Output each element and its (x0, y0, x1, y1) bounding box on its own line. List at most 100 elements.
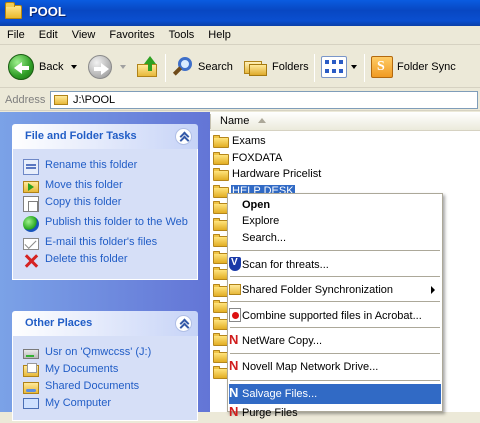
menu-favorites[interactable]: Favorites (102, 29, 161, 41)
menu-item-label: Combine supported files in Acrobat... (242, 310, 422, 322)
menu-file[interactable]: File (0, 29, 32, 41)
column-divider (210, 114, 211, 129)
delete-x-icon (23, 253, 39, 269)
column-name-label: Name (220, 115, 250, 127)
place-shared-documents[interactable]: Shared Documents (23, 380, 197, 394)
menu-item-novell-map-drive[interactable]: N Novell Map Network Drive... (229, 357, 441, 377)
address-label: Address (5, 94, 46, 106)
my-documents-icon (23, 363, 39, 377)
menu-item-netware-copy[interactable]: N NetWare Copy... (229, 331, 441, 351)
file-folder-tasks-panel: File and Folder Tasks Rename this folder… (12, 124, 198, 280)
menu-item-shared-folder-sync[interactable]: Shared Folder Synchronization (229, 280, 441, 300)
collapse-chevron-icon[interactable] (175, 128, 192, 145)
place-my-documents[interactable]: My Documents (23, 363, 197, 377)
file-row[interactable]: FOXDATA (213, 150, 283, 166)
views-dropdown-icon[interactable] (351, 65, 357, 69)
menu-separator (230, 276, 440, 277)
novell-n-icon: N (229, 385, 239, 400)
menu-item-label: Open (242, 199, 271, 211)
address-input[interactable]: J:\POOL (50, 91, 478, 109)
menu-bar: File Edit View Favorites Tools Help (0, 26, 480, 45)
search-label: Search (198, 61, 233, 73)
place-my-computer[interactable]: My Computer (23, 397, 197, 410)
menu-item-label: Salvage Files... (242, 388, 318, 400)
menu-item-purge-files[interactable]: N Purge Files (229, 403, 441, 423)
menu-separator (230, 353, 440, 354)
toolbar-separator (364, 54, 365, 82)
place-label: My Documents (45, 363, 119, 375)
menu-separator (230, 250, 440, 251)
context-menu: Open Explore Search... Scan for threats.… (227, 193, 443, 419)
menu-item-search[interactable]: Search... (229, 228, 441, 248)
task-pane: File and Folder Tasks Rename this folder… (0, 112, 210, 421)
folder-up-icon (136, 56, 160, 78)
folders-icon (244, 57, 268, 77)
place-usr-drive[interactable]: Usr on 'Qmwccss' (J:) (23, 346, 197, 359)
folder-sync-button[interactable]: Folder Sync (371, 53, 456, 81)
task-delete-folder[interactable]: Delete this folder (23, 253, 197, 269)
novell-n-icon: N (229, 404, 239, 419)
menu-item-combine-acrobat[interactable]: Combine supported files in Acrobat... (229, 306, 441, 326)
other-places-panel: Other Places Usr on 'Qmwccss' (J:) My Do… (12, 311, 198, 421)
up-button[interactable] (136, 53, 160, 81)
file-row[interactable]: Exams (213, 133, 267, 149)
task-label: Copy this folder (45, 196, 122, 208)
folders-button[interactable]: Folders (244, 53, 309, 81)
file-folder-tasks-header[interactable]: File and Folder Tasks (12, 124, 198, 149)
menu-item-scan-threats[interactable]: Scan for threats... (229, 255, 441, 275)
my-computer-icon (23, 398, 39, 409)
column-header-name[interactable]: Name (210, 112, 480, 131)
folder-sync-label: Folder Sync (397, 61, 456, 73)
folder-icon (213, 151, 229, 165)
menu-item-label: Shared Folder Synchronization (242, 284, 394, 296)
back-button[interactable]: Back (8, 53, 78, 81)
menu-separator (230, 327, 440, 328)
folder-icon (213, 134, 229, 148)
menu-help[interactable]: Help (201, 29, 238, 41)
collapse-chevron-icon[interactable] (175, 315, 192, 332)
menu-item-label: NetWare Copy... (242, 335, 323, 347)
views-button[interactable] (321, 53, 357, 81)
antivirus-shield-icon (229, 257, 241, 271)
task-email-files[interactable]: E-mail this folder's files (23, 236, 197, 250)
menu-item-label: Search... (242, 232, 287, 244)
folder-icon (5, 2, 22, 19)
menu-view[interactable]: View (65, 29, 103, 41)
back-label: Back (39, 61, 64, 73)
task-move-folder[interactable]: Move this folder (23, 179, 197, 193)
folder-icon (54, 95, 68, 105)
address-bar: Address J:\POOL (0, 89, 480, 111)
novell-n-icon: N (229, 332, 239, 347)
menu-item-label: Purge Files (242, 407, 298, 419)
file-name: FOXDATA (232, 152, 283, 164)
task-rename-folder[interactable]: Rename this folder (23, 159, 197, 175)
address-value: J:\POOL (73, 94, 116, 106)
sort-ascending-icon (258, 118, 266, 123)
title-bar: POOL (0, 0, 480, 26)
acrobat-icon (229, 308, 241, 322)
views-icon (321, 56, 347, 78)
novell-n-icon: N (229, 358, 239, 373)
network-drive-icon (23, 349, 39, 359)
search-button[interactable]: Search (172, 53, 233, 81)
menu-edit[interactable]: Edit (32, 29, 65, 41)
task-label: Rename this folder (45, 159, 138, 171)
task-publish-web[interactable]: Publish this folder to the Web (23, 216, 197, 232)
file-row[interactable]: Hardware Pricelist (213, 166, 322, 182)
forward-button[interactable] (88, 53, 126, 81)
menu-item-label: Scan for threats... (242, 259, 329, 271)
menu-tools[interactable]: Tools (162, 29, 202, 41)
back-dropdown-icon[interactable] (71, 65, 78, 69)
other-places-header[interactable]: Other Places (12, 311, 198, 336)
folder-icon (213, 167, 229, 181)
file-name: Exams (232, 135, 266, 147)
toolbar: Back Search Folders Folder Sync (0, 46, 480, 88)
shared-documents-icon (23, 382, 39, 394)
menu-item-salvage-files[interactable]: N Salvage Files... (229, 384, 441, 404)
toolbar-separator (165, 54, 166, 82)
rename-icon (23, 159, 39, 175)
place-label: Shared Documents (45, 380, 140, 392)
panel-title: Other Places (25, 317, 93, 329)
forward-dropdown-icon[interactable] (120, 65, 126, 69)
task-copy-folder[interactable]: Copy this folder (23, 196, 197, 212)
